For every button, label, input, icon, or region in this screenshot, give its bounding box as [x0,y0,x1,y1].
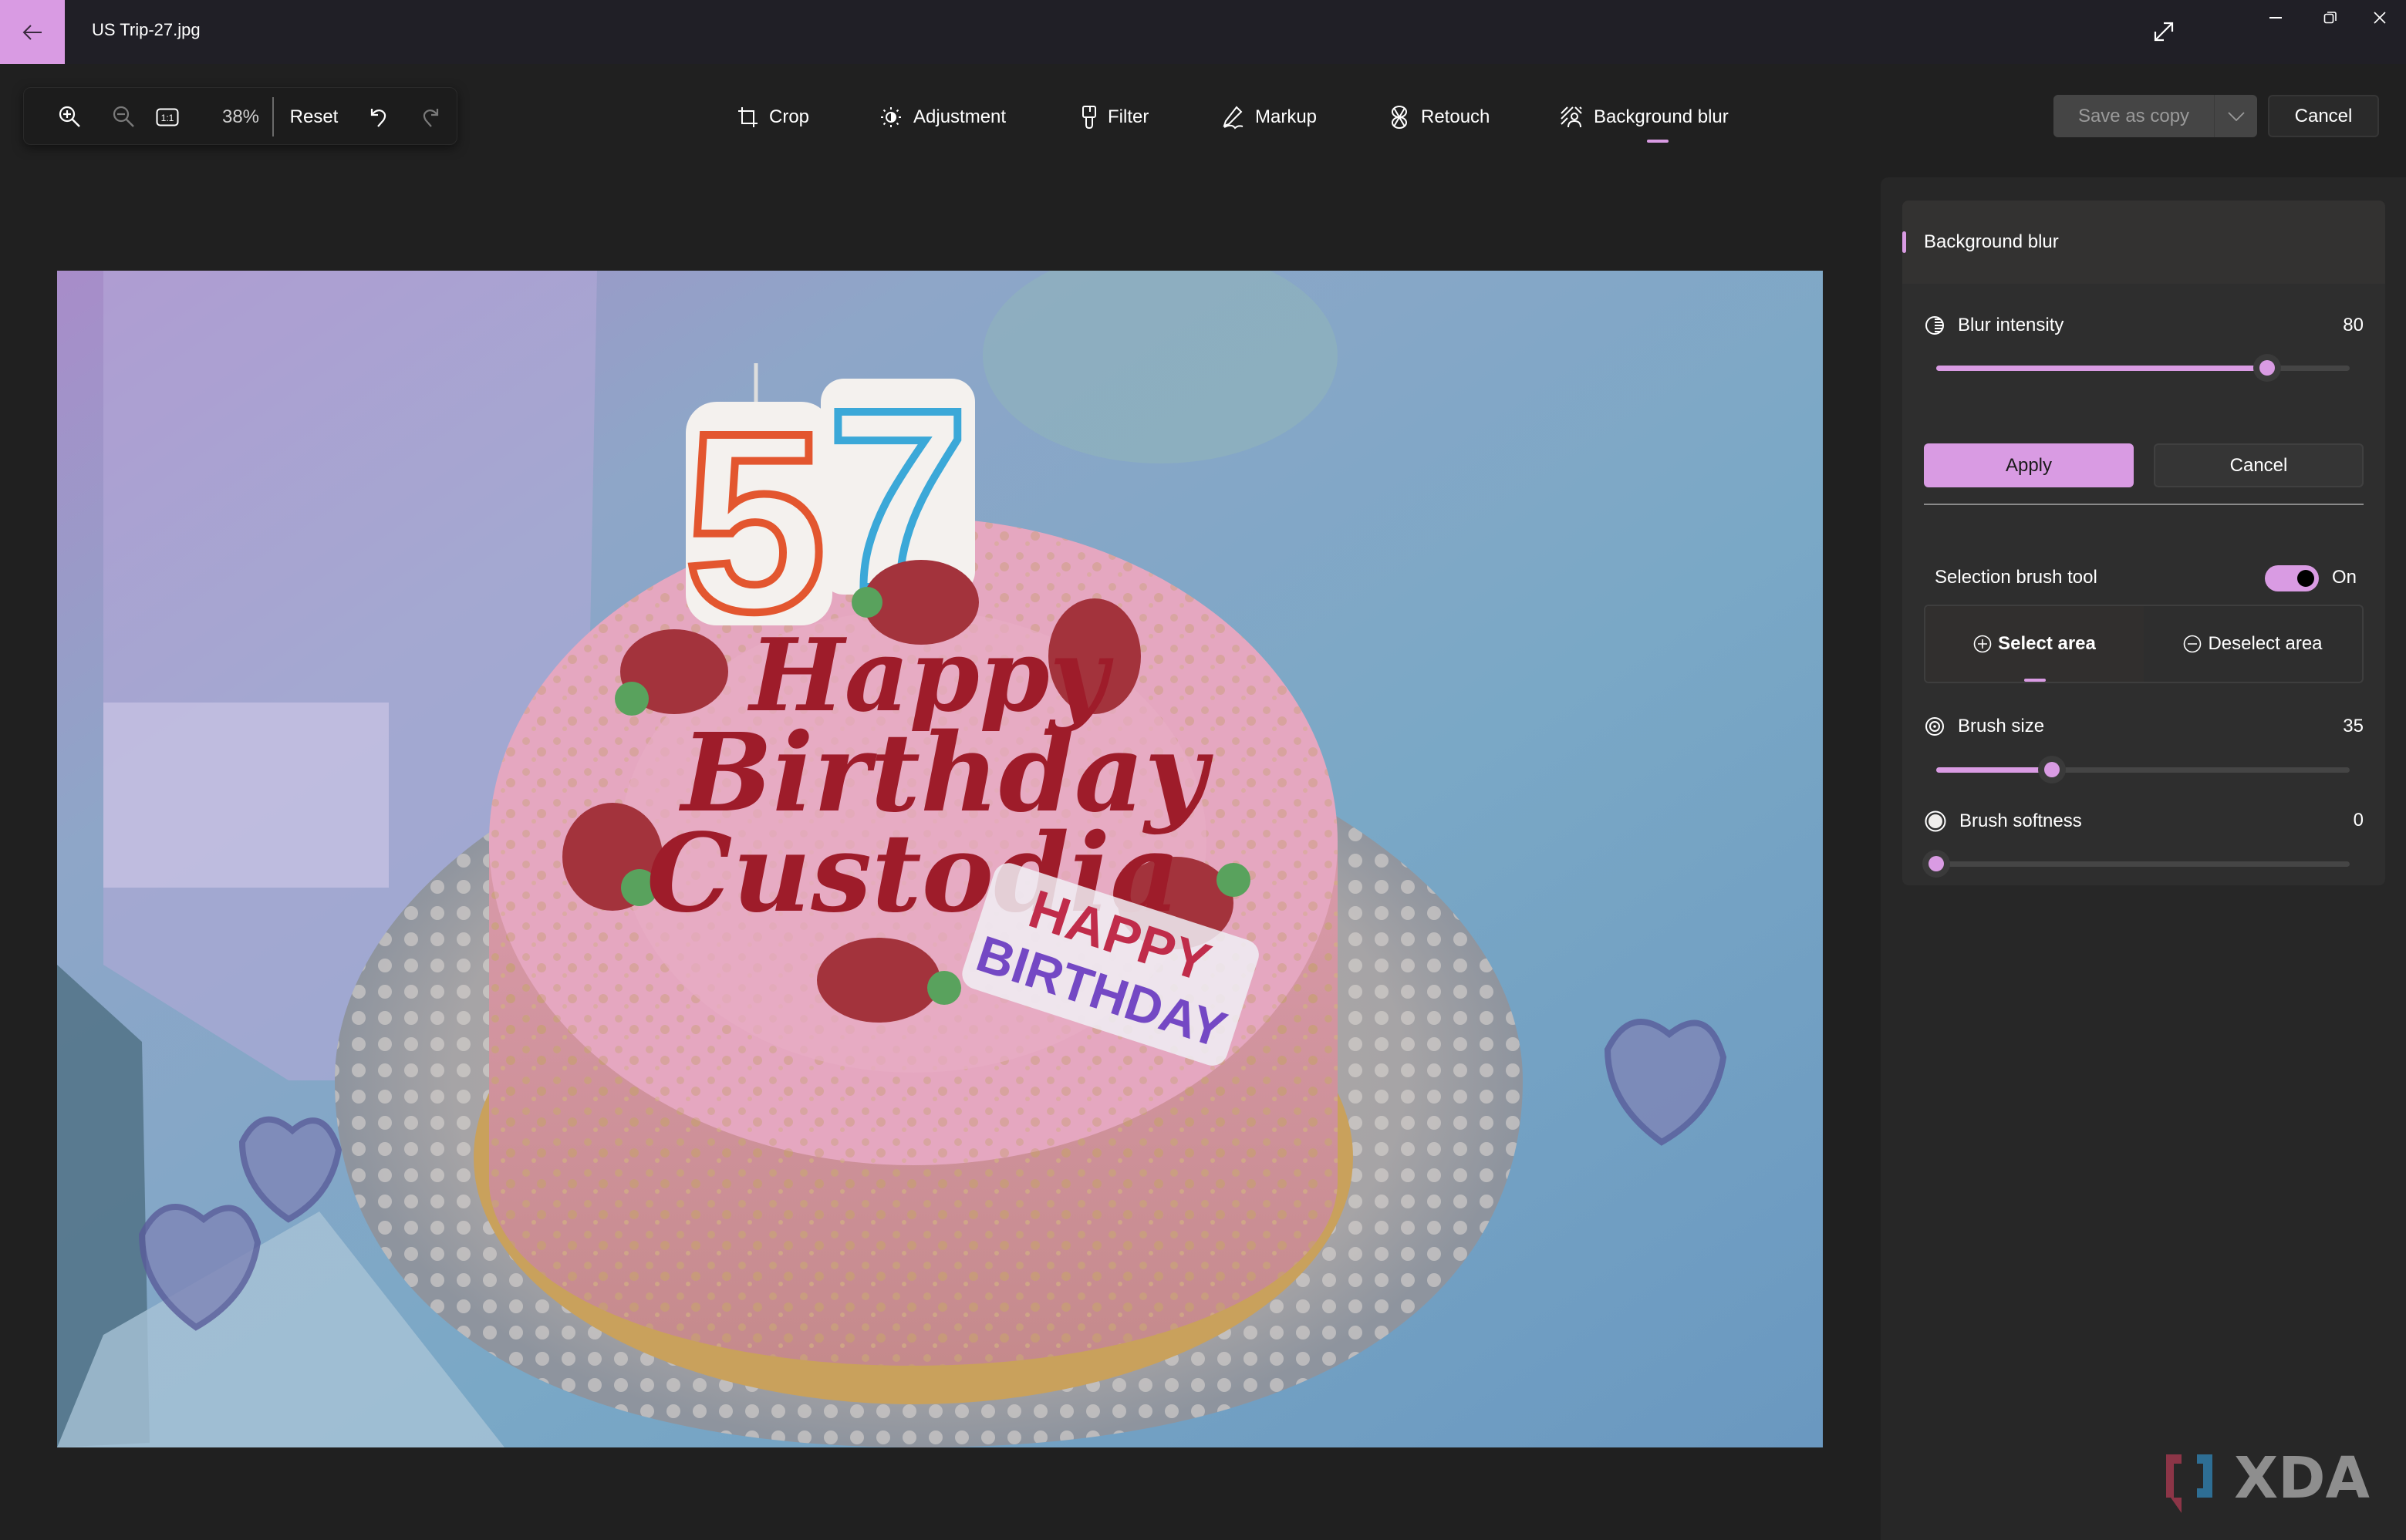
tab-label: Adjustment [913,106,1007,127]
header-accent [1902,231,1906,253]
save-as-copy-label[interactable]: Save as copy [2053,95,2215,137]
brush-softness-label: Brush softness [1959,810,2082,831]
tab-background-blur[interactable]: Background blur [1560,100,1729,134]
pen-icon [1223,106,1243,130]
blur-intensity-label: Blur intensity [1958,315,2064,335]
deselect-area-button[interactable]: Deselect area [2144,606,2362,682]
tab-label: Markup [1255,106,1318,127]
blur-intensity-slider[interactable] [1936,352,2350,383]
tab-retouch[interactable]: Retouch [1389,100,1490,134]
blur-intensity-label-row: Blur intensity [1924,315,2063,336]
close-icon [2374,12,2386,24]
brush-softness-label-row: Brush softness [1924,810,2082,833]
selection-mode-segmented-control: Select area Deselect area [1924,605,2364,683]
active-tab-indicator [1647,140,1669,143]
brush-size-label: Brush size [1958,716,2045,736]
selection-brush-label: Selection brush tool [1935,567,2097,588]
tab-label: Retouch [1421,106,1490,127]
zoom-in-button[interactable] [55,88,86,146]
toolbar-divider [272,97,274,136]
selection-brush-toggle[interactable] [2265,565,2319,591]
slider-fill [1936,767,2053,773]
tab-adjustment[interactable]: Adjustment [879,100,1006,134]
zoom-out-icon [113,106,134,127]
window-title: US Trip-27.jpg [92,20,201,39]
arrow-left-icon [22,24,42,40]
actual-size-button[interactable]: 1:1 [152,88,183,146]
panel-title: Background blur [1924,231,2059,252]
photo-canvas[interactable]: 5 7 Happy Birthday Custodia HAPPY BIRTHD… [57,271,1823,1447]
svg-text:1:1: 1:1 [161,113,174,123]
redo-icon [423,108,439,127]
panel-header: Background blur [1902,201,2385,284]
svg-text:XDA: XDA [2234,1450,2370,1511]
background-blur-icon [1561,106,1582,128]
chevron-down-icon [2227,111,2245,121]
zoom-toolbar: 1:1 38% Reset [23,87,457,145]
brush-size-value: 35 [2343,716,2364,736]
zoom-level: 38% [221,106,260,127]
filter-brush-icon [1082,106,1096,130]
back-button[interactable] [0,0,65,64]
zoom-out-button[interactable] [109,88,140,146]
select-area-label: Select area [1998,633,2096,654]
brush-size-label-row: Brush size [1924,716,2044,737]
expand-diagonal-icon[interactable] [2151,19,2177,45]
restore-button[interactable] [2303,0,2357,35]
brush-softness-icon [1925,810,1946,832]
slider-thumb[interactable] [2252,354,2281,382]
title-bar: US Trip-27.jpg [0,0,2406,64]
actual-size-icon: 1:1 [156,108,179,126]
blur-intensity-value: 80 [2343,315,2364,335]
retouch-icon [1392,106,1407,129]
redo-button[interactable] [415,88,446,146]
xda-watermark: XDA [2160,1445,2391,1523]
slider-thumb[interactable] [2038,756,2067,783]
minimize-icon [2269,17,2282,19]
close-button[interactable] [2353,0,2406,35]
save-options-dropdown[interactable] [2215,95,2257,137]
brush-size-icon [1925,717,1944,736]
cancel-edit-button[interactable]: Cancel [2268,95,2379,137]
brush-softness-slider[interactable] [1922,848,2350,879]
brush-softness-value: 0 [2353,810,2364,831]
tab-label: Crop [769,106,810,127]
tab-markup[interactable]: Markup [1221,100,1317,134]
apply-button[interactable]: Apply [1924,443,2134,487]
settings-card: Background blur Blur intensity 80 Apply … [1902,201,2385,885]
undo-icon [370,108,386,127]
reset-button[interactable]: Reset [286,88,342,146]
blur-intensity-icon [1925,316,1944,335]
section-divider [1924,504,2364,505]
brush-size-slider[interactable] [1936,754,2350,785]
tab-label: Filter [1108,106,1149,127]
plus-circle-icon [1973,635,1992,653]
zoom-in-icon [59,106,80,127]
crop-icon [738,107,758,127]
tab-filter[interactable]: Filter [1082,100,1149,134]
restore-icon [2323,12,2337,24]
minus-circle-icon [2184,635,2202,653]
tab-label: Background blur [1594,106,1729,127]
deselect-area-label: Deselect area [2208,633,2323,654]
undo-button[interactable] [363,88,394,146]
photo-image: 5 7 Happy Birthday Custodia HAPPY BIRTHD… [57,271,1823,1447]
slider-fill [1936,366,2267,371]
save-as-copy-button[interactable]: Save as copy [2053,95,2257,137]
tab-crop[interactable]: Crop [737,100,809,134]
background-blur-panel: Background blur Blur intensity 80 Apply … [1881,177,2406,1540]
slider-track [1936,861,2350,867]
select-area-button[interactable]: Select area [1925,606,2144,682]
xda-logo-icon: XDA [2166,1445,2370,1513]
toggle-state-label: On [2332,567,2357,588]
cancel-blur-button[interactable]: Cancel [2154,443,2364,487]
minimize-button[interactable] [2249,0,2303,35]
slider-thumb[interactable] [1922,850,1950,878]
brightness-icon [881,107,901,127]
